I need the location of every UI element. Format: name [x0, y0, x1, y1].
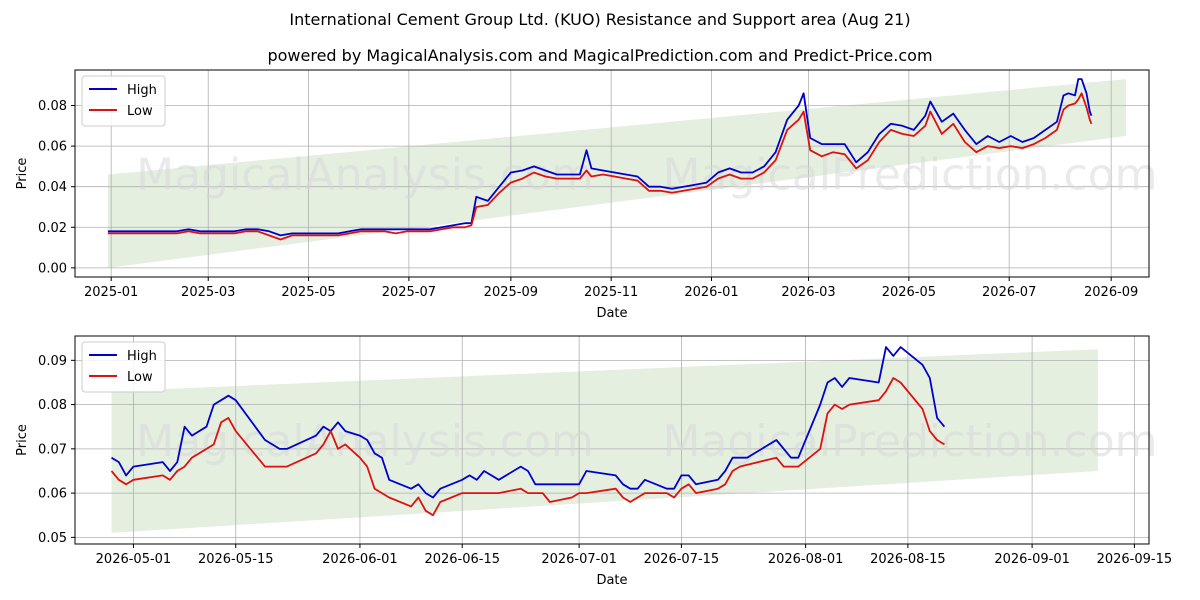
- legend-label-high: High: [127, 349, 157, 364]
- legend-label-low: Low: [127, 370, 153, 385]
- x-axis-label: Date: [596, 573, 627, 588]
- x-tick-label: 2026-07-15: [644, 552, 720, 567]
- x-axis-label: Date: [596, 306, 627, 321]
- x-tick-label: 2026-09: [1084, 285, 1138, 300]
- watermark-text: MagicalPrediction.com: [663, 150, 1158, 201]
- x-tick-label: 2026-08-01: [768, 552, 844, 567]
- x-tick-label: 2025-09: [484, 285, 538, 300]
- x-tick-label: 2026-01: [684, 285, 738, 300]
- x-tick-label: 2025-05: [281, 285, 335, 300]
- legend: High Low: [81, 75, 166, 127]
- y-tick-label: 0.06: [38, 140, 67, 155]
- y-axis-label: Price: [15, 424, 30, 456]
- x-tick-label: 2026-06-15: [424, 552, 500, 567]
- y-tick-label: 0.06: [38, 487, 67, 502]
- x-tick-label: 2026-06-01: [322, 552, 398, 567]
- x-tick-label: 2025-01: [84, 285, 138, 300]
- watermark-text: MagicalAnalysis.com: [136, 150, 594, 201]
- x-tick-label: 2026-08-15: [870, 552, 946, 567]
- y-tick-label: 0.09: [38, 354, 67, 369]
- y-tick-label: 0.02: [38, 221, 67, 236]
- y-tick-label: 0.07: [38, 442, 67, 457]
- chart-title: International Cement Group Ltd. (KUO) Re…: [289, 10, 910, 29]
- y-tick-label: 0.08: [38, 398, 67, 413]
- watermark-text: MagicalPrediction.com: [663, 416, 1158, 467]
- y-tick-label: 0.08: [38, 99, 67, 114]
- y-tick-label: 0.00: [38, 261, 67, 276]
- figure: International Cement Group Ltd. (KUO) Re…: [0, 0, 1200, 600]
- watermark-text: MagicalAnalysis.com: [136, 416, 594, 467]
- x-tick-label: 2026-03: [781, 285, 835, 300]
- y-axis-label: Price: [15, 158, 30, 190]
- legend-label-high: High: [127, 83, 157, 98]
- x-tick-label: 2026-07: [982, 285, 1036, 300]
- x-tick-label: 2026-05-01: [96, 552, 172, 567]
- x-tick-label: 2026-07-01: [541, 552, 617, 567]
- chart-subtitle: powered by MagicalAnalysis.com and Magic…: [267, 46, 932, 65]
- x-tick-label: 2025-07: [382, 285, 436, 300]
- y-tick-label: 0.04: [38, 180, 67, 195]
- x-tick-label: 2026-05-15: [198, 552, 274, 567]
- legend-label-low: Low: [127, 104, 153, 119]
- y-tick-label: 0.05: [38, 531, 67, 546]
- x-tick-label: 2026-05: [882, 285, 936, 300]
- legend: High Low: [81, 341, 166, 393]
- x-tick-label: 2025-03: [181, 285, 235, 300]
- x-tick-label: 2026-09-01: [994, 552, 1070, 567]
- x-tick-label: 2025-11: [584, 285, 638, 300]
- x-tick-label: 2026-09-15: [1097, 552, 1173, 567]
